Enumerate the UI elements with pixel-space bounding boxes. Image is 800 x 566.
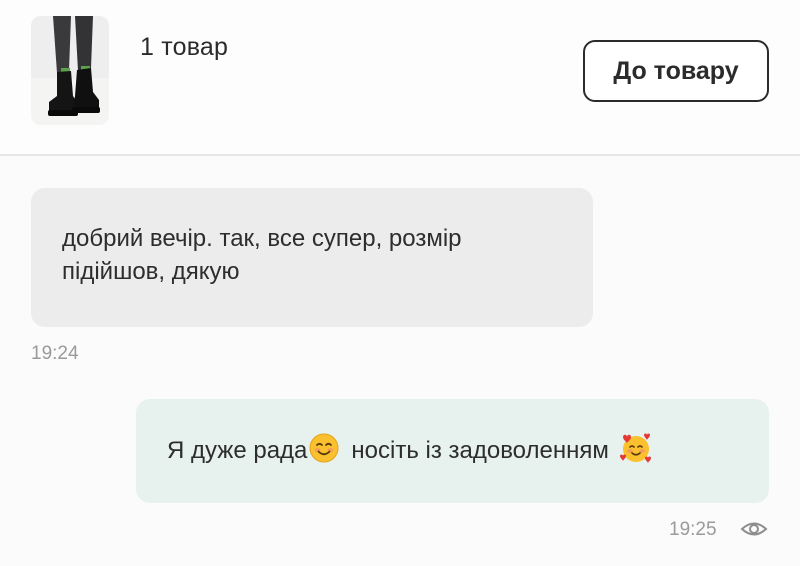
go-to-product-button[interactable]: До товару [583,40,769,102]
smiling-face-emoji-icon [309,433,339,470]
message-text: добрий вечір. так, все супер, розмір під… [62,225,462,285]
chat-screen: 1 товар До товару добрий вечір. так, все… [0,0,800,566]
outgoing-message-bubble: Я дуже рада носіть із задоволенням [136,399,769,503]
item-count: 1 товар [140,33,229,61]
message-text-part: Я дуже рада [167,437,308,464]
boots-image-icon [31,16,109,125]
message-timestamp: 19:24 [31,343,79,364]
incoming-message-bubble: добрий вечір. так, все супер, розмір під… [31,188,593,327]
eye-icon [740,517,768,541]
product-header: 1 товар До товару [0,0,800,156]
smiling-face-with-hearts-emoji-icon [619,431,653,472]
message-timestamp: 19:25 [669,519,717,540]
product-thumbnail[interactable] [31,16,109,125]
message-text-part: носіть із задоволенням [351,437,609,464]
